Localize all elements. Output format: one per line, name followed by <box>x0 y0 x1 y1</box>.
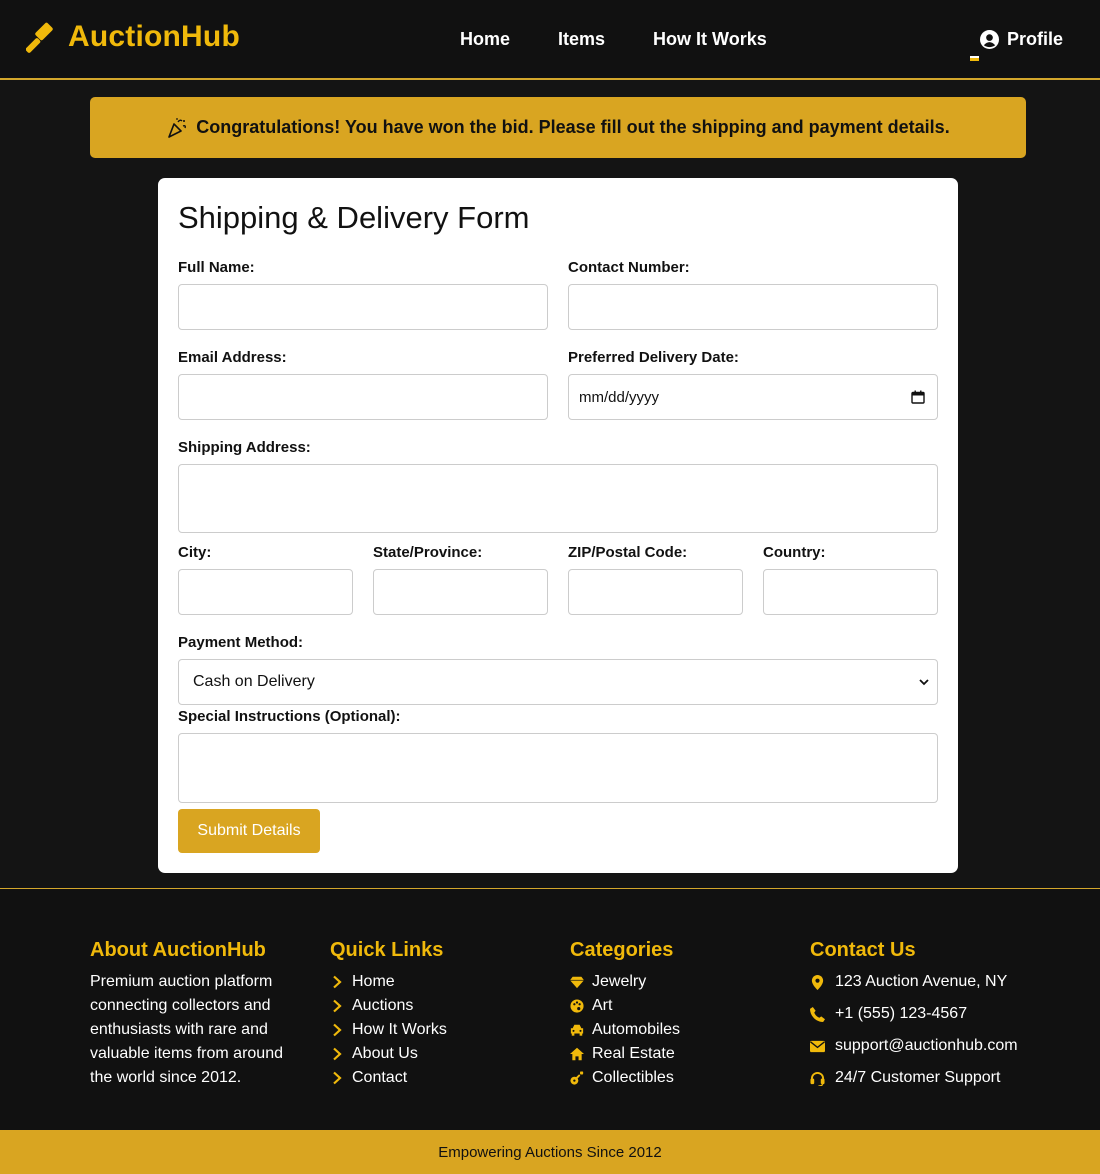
footer: About AuctionHub Premium auction platfor… <box>0 888 1100 1130</box>
category-label: Collectibles <box>592 1069 674 1086</box>
footer-bottom-bar: Empowering Auctions Since 2012 <box>0 1130 1100 1174</box>
state-label: State/Province: <box>373 544 483 561</box>
footer-contact-title: Contact Us <box>810 939 916 961</box>
footer-link-auctions[interactable]: Auctions <box>330 994 447 1018</box>
contact-phone[interactable]: +1 (555) 123-4567 <box>810 998 1018 1030</box>
form-title: Shipping & Delivery Form <box>178 200 530 235</box>
full-name-label: Full Name: <box>178 259 255 276</box>
success-banner: Congratulations! You have won the bid. P… <box>90 97 1026 158</box>
navbar: AuctionHub Home Items How It Works Profi… <box>0 0 1100 80</box>
flag-icon <box>970 56 979 61</box>
chevron-right-icon <box>333 999 342 1013</box>
envelope-icon <box>810 1040 825 1052</box>
category-art[interactable]: Art <box>570 994 680 1018</box>
footer-about: About AuctionHub Premium auction platfor… <box>90 939 300 1090</box>
user-circle-icon <box>979 30 999 49</box>
nav-link-items[interactable]: Items <box>558 29 605 50</box>
profile-label: Profile <box>1006 29 1063 49</box>
guitar-icon <box>570 1071 584 1085</box>
category-real-estate[interactable]: Real Estate <box>570 1042 680 1066</box>
footer-tagline: Empowering Auctions Since 2012 <box>438 1143 662 1161</box>
gem-icon <box>570 976 584 989</box>
contact-phone-text: +1 (555) 123-4567 <box>835 1005 968 1022</box>
chevron-down-icon <box>919 679 929 686</box>
submit-details-button[interactable]: Submit Details <box>178 809 320 853</box>
phone-icon <box>810 1006 825 1022</box>
city-input[interactable] <box>178 569 353 615</box>
footer-quick-links-title: Quick Links <box>330 939 444 961</box>
headset-icon <box>810 1071 825 1086</box>
shipping-address-input[interactable] <box>178 464 938 533</box>
contact-email-text: support@auctionhub.com <box>835 1037 1018 1054</box>
contact-address-text: 123 Auction Avenue, NY <box>835 973 1008 990</box>
map-marker-icon <box>811 974 824 990</box>
chevron-right-icon <box>333 1023 342 1037</box>
contact-email[interactable]: support@auctionhub.com <box>810 1030 1018 1062</box>
category-jewelry[interactable]: Jewelry <box>570 970 680 994</box>
category-label: Art <box>592 997 613 1014</box>
category-label: Automobiles <box>592 1021 681 1038</box>
contact-number-input[interactable] <box>568 284 938 330</box>
category-label: Real Estate <box>592 1045 675 1062</box>
payment-method-value: Cash on Delivery <box>193 673 315 690</box>
special-instructions-input[interactable] <box>178 733 938 803</box>
footer-about-title: About AuctionHub <box>90 939 266 961</box>
footer-categories-title: Categories <box>570 939 674 961</box>
delivery-date-input[interactable]: mm/dd/yyyy <box>568 374 938 420</box>
category-collectibles[interactable]: Collectibles <box>570 1066 680 1090</box>
full-name-input[interactable] <box>178 284 548 330</box>
contact-support-text: 24/7 Customer Support <box>835 1069 1001 1086</box>
banner-message: Congratulations! You have won the bid. P… <box>196 117 950 137</box>
special-instructions-label: Special Instructions (Optional): <box>178 708 401 725</box>
payment-method-label: Payment Method: <box>178 634 304 651</box>
brand-name: AuctionHub <box>68 20 240 53</box>
car-icon <box>570 1024 584 1036</box>
nav-link-how-it-works[interactable]: How It Works <box>653 29 767 50</box>
party-popper-icon <box>168 117 187 138</box>
footer-link-home[interactable]: Home <box>330 970 447 994</box>
calendar-icon[interactable] <box>911 390 925 404</box>
date-placeholder: mm/dd/yyyy <box>579 388 660 406</box>
country-input[interactable] <box>763 569 938 615</box>
footer-link-label: Auctions <box>352 997 414 1014</box>
category-label: Jewelry <box>592 973 647 990</box>
category-automobiles[interactable]: Automobiles <box>570 1018 680 1042</box>
country-label: Country: <box>763 544 826 561</box>
footer-about-text: Premium auction platform connecting coll… <box>90 973 283 1086</box>
footer-link-label: About Us <box>352 1045 418 1062</box>
footer-categories: Categories Jewelry Art Automobiles Real … <box>570 939 680 1090</box>
footer-link-about-us[interactable]: About Us <box>330 1042 447 1066</box>
profile-link[interactable]: Profile <box>979 29 1063 50</box>
delivery-date-label: Preferred Delivery Date: <box>568 349 739 366</box>
nav-link-home[interactable]: Home <box>460 29 510 50</box>
state-input[interactable] <box>373 569 548 615</box>
chevron-right-icon <box>333 1071 342 1085</box>
footer-link-label: How It Works <box>352 1021 447 1038</box>
shipping-address-label: Shipping Address: <box>178 439 311 456</box>
home-icon <box>570 1047 584 1061</box>
footer-link-label: Home <box>352 973 395 990</box>
email-label: Email Address: <box>178 349 287 366</box>
footer-link-label: Contact <box>352 1069 408 1086</box>
email-input[interactable] <box>178 374 548 420</box>
chevron-right-icon <box>333 975 342 989</box>
footer-contact: Contact Us 123 Auction Avenue, NY +1 (55… <box>810 939 1018 1094</box>
footer-link-how-it-works[interactable]: How It Works <box>330 1018 447 1042</box>
payment-method-select[interactable]: Cash on Delivery <box>178 659 938 705</box>
contact-address: 123 Auction Avenue, NY <box>810 966 1018 998</box>
footer-link-contact[interactable]: Contact <box>330 1066 447 1090</box>
contact-number-label: Contact Number: <box>568 259 690 276</box>
zip-input[interactable] <box>568 569 743 615</box>
footer-quick-links: Quick Links Home Auctions How It Works A… <box>330 939 447 1090</box>
shipping-form-card: Shipping & Delivery Form Full Name: Cont… <box>158 178 958 873</box>
contact-support: 24/7 Customer Support <box>810 1062 1018 1094</box>
palette-icon <box>570 999 584 1013</box>
chevron-right-icon <box>333 1047 342 1061</box>
brand-logo[interactable]: AuctionHub <box>26 20 240 54</box>
city-label: City: <box>178 544 212 561</box>
gavel-icon <box>26 22 53 53</box>
nav-links: Home Items How It Works <box>460 29 767 50</box>
zip-label: ZIP/Postal Code: <box>568 544 688 561</box>
